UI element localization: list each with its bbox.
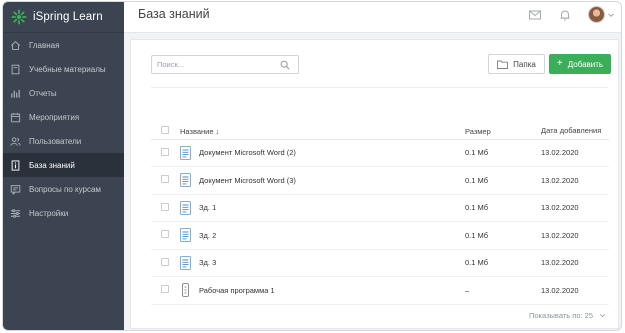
chart-icon <box>11 89 20 98</box>
document-icon <box>180 255 191 270</box>
logo-text: iSpring Learn <box>33 11 103 23</box>
file-date: 13.02.2020 <box>541 166 609 195</box>
chevron-down-icon[interactable] <box>607 11 615 19</box>
sliders-icon <box>10 208 21 218</box>
sidebar-item-label: База знаний <box>29 160 75 170</box>
table-row[interactable]: Зд. 2 0.1 Мб 13.02.2020 <box>151 221 609 250</box>
sidebar-item-label: Отчеты <box>29 88 57 98</box>
app-window: iSpring Learn Главная Учебные материалы … <box>2 1 622 331</box>
row-checkbox[interactable] <box>161 285 169 294</box>
sidebar-item-settings[interactable]: Настройки <box>3 201 124 225</box>
column-header-date[interactable]: Дата добавления <box>541 119 609 140</box>
logo-icon <box>11 9 27 25</box>
file-name[interactable]: Документ Microsoft Word (3) <box>199 176 296 185</box>
sidebar-item-materials[interactable]: Учебные материалы <box>3 57 124 81</box>
plus-icon: + <box>556 58 563 69</box>
sidebar-item-reports[interactable]: Отчеты <box>3 81 124 105</box>
select-all-checkbox[interactable] <box>161 125 169 134</box>
book-icon <box>11 64 20 74</box>
sort-down-icon: ↓ <box>215 126 220 136</box>
row-checkbox[interactable] <box>161 147 169 156</box>
row-checkbox[interactable] <box>161 230 169 239</box>
mail-icon[interactable] <box>528 8 542 22</box>
sidebar-nav: Главная Учебные материалы Отчеты Меропри… <box>3 33 124 225</box>
knowledge-base-panel: Папка + Добавить Название↓ Размер Дата д… <box>130 39 619 329</box>
add-label: Добавить <box>567 59 604 69</box>
search-box <box>151 55 299 74</box>
sidebar-item-knowledge-base[interactable]: База знаний <box>3 153 124 177</box>
sidebar-item-label: Пользователи <box>29 136 82 146</box>
page-size-label: Показывать по: 25 <box>529 311 593 320</box>
file-name[interactable]: Рабочая программа 1 <box>199 286 275 295</box>
file-date: 13.02.2020 <box>541 194 609 222</box>
sidebar-item-users[interactable]: Пользователи <box>3 129 124 153</box>
file-size: 0.1 Мб <box>465 139 541 167</box>
row-checkbox[interactable] <box>161 175 169 184</box>
sidebar-item-label: Главная <box>29 40 60 50</box>
row-checkbox[interactable] <box>161 202 169 211</box>
sidebar-item-label: Вопросы по курсам <box>29 184 101 194</box>
sidebar-item-label: Мероприятия <box>29 112 80 122</box>
chevron-down-icon <box>600 314 605 318</box>
header: База знаний <box>124 2 621 33</box>
avatar[interactable] <box>588 6 605 23</box>
new-folder-label: Папка <box>513 59 536 69</box>
table-row[interactable]: Зд. 1 0.1 Мб 13.02.2020 <box>151 194 609 222</box>
page-size-selector[interactable]: Показывать по: 25 <box>529 311 606 320</box>
document-icon <box>180 200 191 215</box>
header-actions <box>528 6 615 23</box>
file-name[interactable]: Зд. 2 <box>199 231 216 240</box>
file-size: 0.1 Мб <box>465 194 541 222</box>
column-header-size[interactable]: Размер <box>465 119 541 140</box>
document-icon <box>180 228 191 243</box>
document-icon <box>180 173 191 188</box>
users-icon <box>10 136 21 146</box>
chat-icon <box>10 184 21 195</box>
row-checkbox[interactable] <box>161 257 169 266</box>
file-size: – <box>465 276 541 305</box>
sidebar-item-events[interactable]: Мероприятия <box>3 105 124 129</box>
sidebar-item-course-questions[interactable]: Вопросы по курсам <box>3 177 124 201</box>
sidebar-item-label: Учебные материалы <box>29 64 106 74</box>
table-row[interactable]: Зд. 3 0.1 Мб 13.02.2020 <box>151 249 609 277</box>
search-icon[interactable] <box>280 60 290 70</box>
info-icon <box>11 159 20 171</box>
table-header-row: Название ↓ Размер Дата добавления <box>151 119 609 140</box>
search-input[interactable] <box>152 60 277 69</box>
sidebar-item-home[interactable]: Главная <box>3 33 124 57</box>
add-button[interactable]: + Добавить <box>549 54 611 74</box>
file-date: 13.02.2020 <box>541 221 609 250</box>
column-header-name[interactable]: Название ↓ <box>180 119 465 140</box>
page-title: База знаний <box>138 7 210 21</box>
table-row[interactable]: Документ Microsoft Word (2) 0.1 Мб 13.02… <box>151 139 609 167</box>
bell-icon[interactable] <box>558 8 572 22</box>
logo[interactable]: iSpring Learn <box>3 2 124 33</box>
file-size: 0.1 Мб <box>465 221 541 250</box>
divider <box>151 87 608 88</box>
file-size: 0.1 Мб <box>465 249 541 277</box>
program-icon <box>182 283 189 298</box>
table-row[interactable]: Рабочая программа 1 – 13.02.2020 <box>151 276 609 305</box>
document-icon <box>180 145 191 160</box>
file-size: 0.1 Мб <box>465 166 541 195</box>
file-name[interactable]: Зд. 3 <box>199 258 216 267</box>
home-icon <box>11 40 20 50</box>
file-date: 13.02.2020 <box>541 276 609 305</box>
sidebar-item-label: Настройки <box>29 208 69 218</box>
calendar-icon <box>10 112 21 122</box>
sidebar: iSpring Learn Главная Учебные материалы … <box>3 2 124 330</box>
table-row[interactable]: Документ Microsoft Word (3) 0.1 Мб 13.02… <box>151 166 609 195</box>
file-name[interactable]: Зд. 1 <box>199 203 216 212</box>
files-table: Название ↓ Размер Дата добавления Докумен… <box>151 119 609 305</box>
folder-icon <box>497 60 509 69</box>
file-date: 13.02.2020 <box>541 139 609 167</box>
file-name[interactable]: Документ Microsoft Word (2) <box>199 148 296 157</box>
file-date: 13.02.2020 <box>541 249 609 277</box>
new-folder-button[interactable]: Папка <box>488 54 545 74</box>
